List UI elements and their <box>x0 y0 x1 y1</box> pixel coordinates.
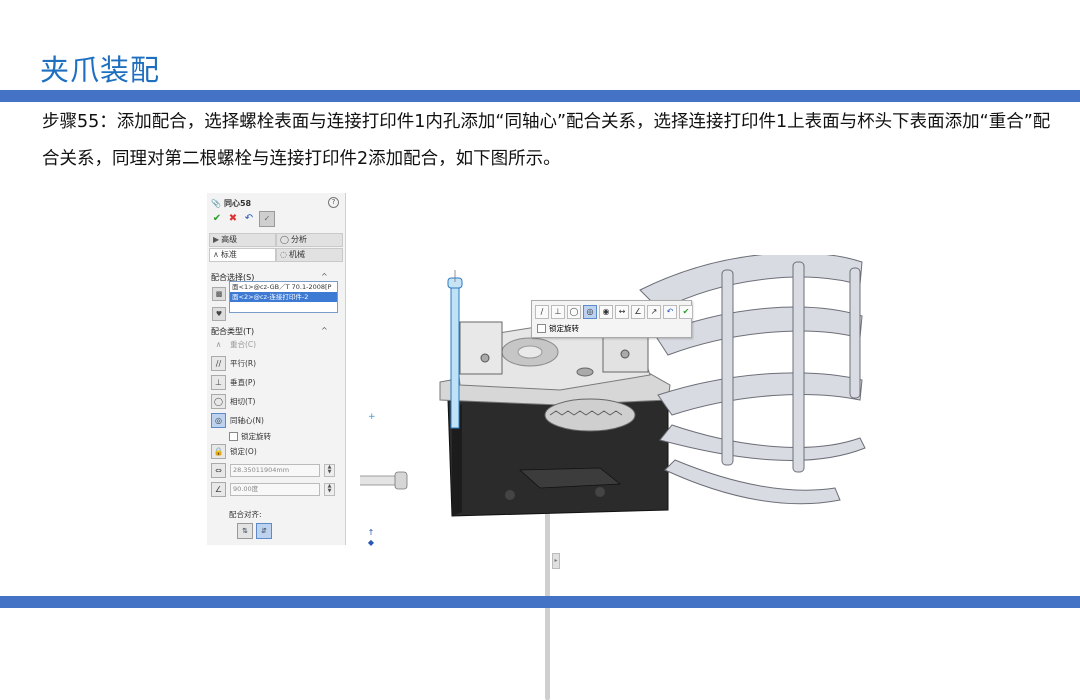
mechanical-mate-icon: ◌ <box>280 250 287 259</box>
step-instruction: 步骤55：添加配合，选择螺栓表面与连接打印件1内孔添加“同轴心”配合关系，选择连… <box>42 112 1051 169</box>
analysis-icon: ◯ <box>280 235 289 244</box>
checkbox-box[interactable] <box>537 324 546 333</box>
mate-parallel[interactable]: ∕∕ 平行(R) <box>211 354 339 373</box>
mate-selection-list[interactable]: 面<1>@cz-GB／T 70.1-2008[P 面<2>@cz-连接打印件-2 <box>229 281 338 313</box>
lock-rotation-checkbox[interactable]: 锁定旋转 <box>537 323 579 334</box>
lock-icon[interactable]: ◉ <box>599 305 613 319</box>
footer-bar <box>0 596 1080 608</box>
concentric-icon[interactable]: ◎ <box>583 305 597 319</box>
panel-collapse-handle[interactable]: ▸ <box>552 553 560 569</box>
perpendicular-icon[interactable]: ⊥ <box>551 305 565 319</box>
angle-icon: ∠ <box>211 482 226 497</box>
tangent-icon[interactable]: ◯ <box>567 305 581 319</box>
perpendicular-icon: ⊥ <box>211 375 226 390</box>
lock-icon: 🔒 <box>211 444 226 459</box>
property-manager-actions: ✔ ✖ ↶ ✓ <box>211 211 275 227</box>
tangent-icon: ◯ <box>211 394 226 409</box>
list-item[interactable]: 面<1>@cz-GB／T 70.1-2008[P <box>230 282 337 292</box>
ok-button[interactable]: ✔ <box>211 213 223 225</box>
angle-icon[interactable]: ∠ <box>631 305 645 319</box>
mate-tangent[interactable]: ◯ 相切(T) <box>211 392 339 411</box>
tab-standard[interactable]: ∧ 标准 <box>209 248 276 262</box>
spin-arrows-icon[interactable]: ▲ ▼ <box>324 483 335 496</box>
parallel-icon: ∕∕ <box>211 356 226 371</box>
advanced-mate-icon: ▶ <box>213 235 220 244</box>
crosshair-icon: + <box>368 412 376 422</box>
list-item[interactable]: 面<2>@cz-连接打印件-2 <box>230 292 337 302</box>
mate-popup-toolbar: ∕ ⊥ ◯ ◎ ◉ ↔ ∠ ↗ ↶ ✔ 锁定旋转 <box>531 300 693 338</box>
collapse-chevron-icon: ^ <box>321 272 328 281</box>
ok-button[interactable]: ✔ <box>679 305 693 319</box>
undo-button[interactable]: ↶ <box>663 305 677 319</box>
concentric-icon: ◎ <box>211 413 226 428</box>
slide-title: 夹爪装配 <box>40 53 161 87</box>
spin-arrows-icon[interactable]: ▲ ▼ <box>324 464 335 477</box>
loose-bolt[interactable] <box>360 471 408 490</box>
mate-perpendicular[interactable]: ⊥ 垂直(P) <box>211 373 339 392</box>
cancel-button[interactable]: ✖ <box>227 213 239 225</box>
coincident-icon[interactable]: ∕ <box>535 305 549 319</box>
distance-spinbox[interactable]: ⇔ 28.35011904mm ▲ ▼ <box>211 461 339 480</box>
paperclip-icon: 📎 <box>211 198 221 208</box>
distance-input[interactable]: 28.35011904mm <box>230 464 320 477</box>
help-icon[interactable]: ? <box>328 197 339 208</box>
mate-alignment-buttons: ⇅ ⇵ <box>237 523 272 539</box>
angle-input[interactable]: 90.00度 <box>230 483 320 496</box>
mate-lock[interactable]: 🔒 锁定(O) <box>211 442 339 461</box>
heart-selection-icon: ♥ <box>212 307 226 321</box>
tab-analysis[interactable]: ◯ 分析 <box>276 233 343 247</box>
mate-tabs: ▶ 高级 ◯ 分析 ∧ 标准 ◌ 机械 <box>209 233 343 263</box>
mate-concentric[interactable]: ◎ 同轴心(N) <box>211 411 339 430</box>
anti-aligned-button[interactable]: ⇵ <box>256 523 272 539</box>
collapse-chevron-icon: ^ <box>321 326 328 335</box>
aligned-button[interactable]: ⇅ <box>237 523 253 539</box>
selection-icons: ▩ ♥ <box>212 287 226 321</box>
tab-mechanical[interactable]: ◌ 机械 <box>276 248 343 262</box>
checkbox-box[interactable] <box>229 431 238 441</box>
mate-coincident[interactable]: ∧ 重合(C) <box>211 335 339 354</box>
pin-button[interactable]: ✓ <box>259 211 275 227</box>
distance-icon: ⇔ <box>211 463 226 478</box>
gripper-jaws[interactable] <box>639 255 866 505</box>
coincident-icon: ∧ <box>215 340 222 349</box>
mate-name: 同心58 <box>223 198 252 208</box>
title-divider-bar <box>0 90 1080 102</box>
flip-alignment-icon[interactable]: ↗ <box>647 305 661 319</box>
property-manager-header: 📎 同心58 <box>211 197 251 209</box>
assembly-icon: ▩ <box>212 287 226 301</box>
mate-property-manager: 📎 同心58 ? ✔ ✖ ↶ ✓ ▶ 高级 ◯ 分析 ∧ 标准 ◌ 机械 配合选择(S)… <box>207 193 560 700</box>
angle-spinbox[interactable]: ∠ 90.00度 ▲ ▼ <box>211 480 339 499</box>
lock-rotation-checkbox[interactable]: 锁定旋转 <box>211 430 339 442</box>
standard-mate-icon: ∧ <box>213 250 219 259</box>
tab-advanced[interactable]: ▶ 高级 <box>209 233 276 247</box>
distance-icon[interactable]: ↔ <box>615 305 629 319</box>
mate-alignment-label: 配合对齐: <box>229 510 262 519</box>
mate-type-list: ∧ 重合(C) ∕∕ 平行(R) ⊥ 垂直(P) ◯ 相切(T) ◎ 同轴心(N… <box>211 335 339 499</box>
undo-button[interactable]: ↶ <box>243 213 255 225</box>
view-triad-icon: ↑ ◆ <box>367 528 375 547</box>
